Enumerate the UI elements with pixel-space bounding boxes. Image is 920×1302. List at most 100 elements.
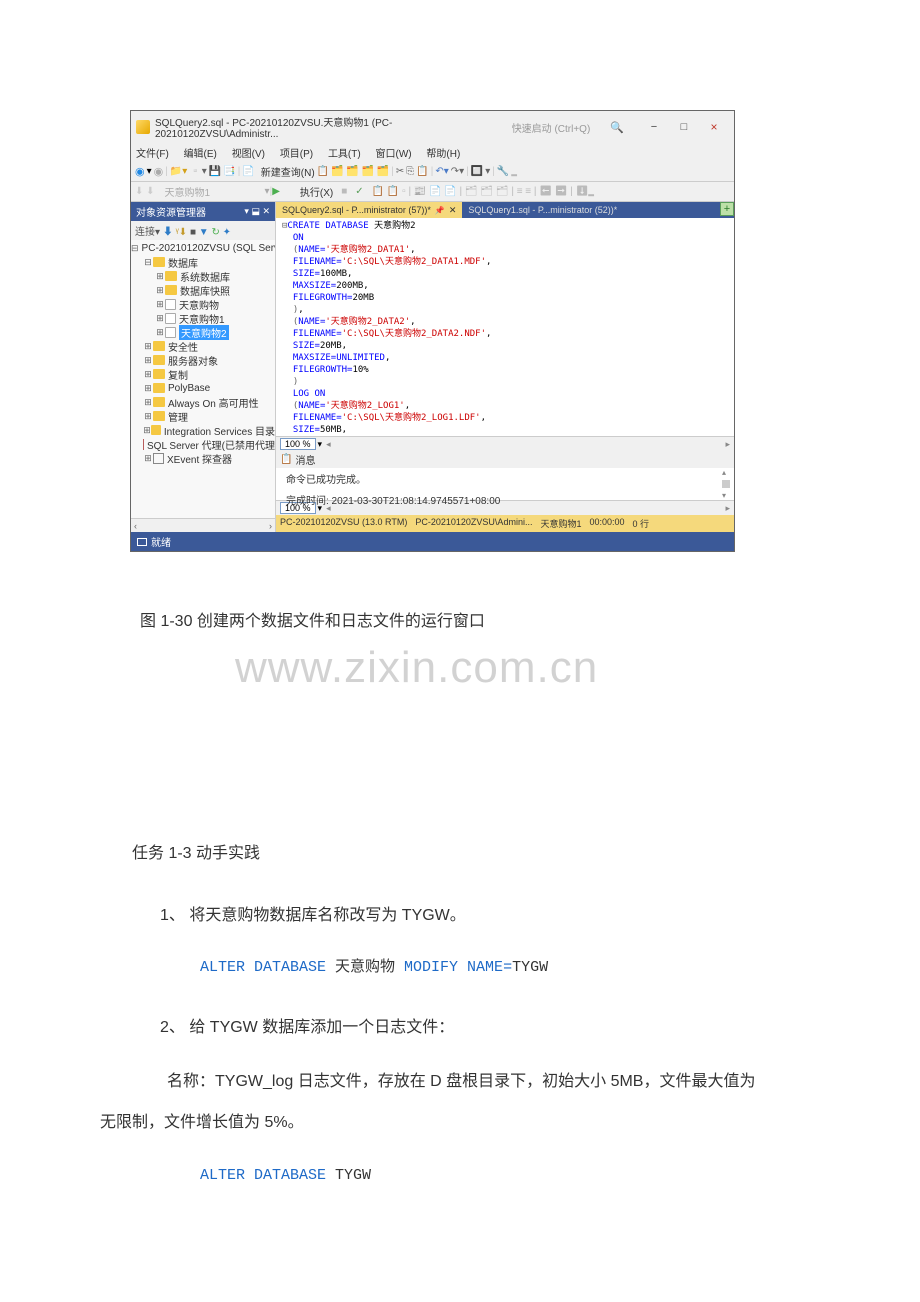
tb-icon[interactable]: 📋: [317, 166, 329, 177]
tree-serverobj[interactable]: ⊞服务器对象: [131, 353, 275, 367]
tree-tygw1[interactable]: ⊞天意购物1: [131, 311, 275, 325]
tb-dropdown[interactable]: ▾: [485, 166, 490, 177]
oe-scrollbar[interactable]: ‹›: [131, 518, 275, 532]
tree-polybase[interactable]: ⊞PolyBase: [131, 381, 275, 395]
status-user: PC-20210120ZVSU\Admini...: [415, 517, 532, 530]
undo-icon[interactable]: ↶▾: [435, 166, 448, 177]
redo-icon[interactable]: ↷▾: [451, 166, 464, 177]
watermark: www.zixin.com.cn: [235, 643, 920, 693]
tree-agent[interactable]: SQL Server 代理(已禁用代理: [131, 437, 275, 451]
tree-mgmt[interactable]: ⊞管理: [131, 409, 275, 423]
window-title: SQLQuery2.sql - PC-20210120ZVSU.天意购物1 (P…: [155, 114, 512, 140]
tree-databases[interactable]: ⊟数据库: [131, 255, 275, 269]
tb-icon[interactable]: 🗂️ 🗂️ 🗂️ 🗂️: [331, 166, 389, 177]
task-title: 任务 1-3 动手实践: [100, 833, 820, 875]
database-select[interactable]: 天意购物1: [165, 184, 265, 199]
quick-launch-input[interactable]: 快速启动 (Ctrl+Q): [512, 120, 591, 135]
menu-view[interactable]: 视图(V): [232, 149, 265, 160]
saveall-icon[interactable]: 📑: [223, 166, 235, 177]
minimize-button[interactable]: −: [639, 121, 669, 133]
execute-button[interactable]: 执行(X): [300, 184, 333, 199]
copy-icon[interactable]: ⎘: [406, 166, 414, 177]
close-button[interactable]: ×: [699, 120, 729, 134]
oe-title: 对象资源管理器: [136, 204, 244, 219]
zoom-bar: 100 %▾ ◂ ▸: [276, 436, 734, 451]
paste-icon[interactable]: 📋: [416, 166, 428, 177]
step-1: 1、 将天意购物数据库名称改写为 TYGW。: [160, 895, 820, 937]
menu-tools[interactable]: 工具(T): [328, 149, 361, 160]
titlebar: SQLQuery2.sql - PC-20210120ZVSU.天意购物1 (P…: [131, 111, 734, 143]
cut-icon[interactable]: ✂: [396, 166, 404, 177]
oe-icon[interactable]: ■: [190, 227, 196, 238]
maximize-button[interactable]: □: [669, 121, 699, 133]
document-content: 任务 1-3 动手实践 1、 将天意购物数据库名称改写为 TYGW。 ALTER…: [100, 833, 820, 1195]
menu-window[interactable]: 窗口(W): [376, 149, 412, 160]
sep: ▾: [147, 166, 152, 177]
status-bar: 就绪: [131, 532, 734, 551]
tree-server[interactable]: ⊟PC-20210120ZVSU (SQL Server: [131, 241, 275, 255]
newquery-icon[interactable]: 📄: [242, 166, 254, 177]
tb-icon[interactable]: 🔧: [497, 166, 509, 177]
save-icon[interactable]: 💾: [209, 166, 221, 177]
message-success: 命令已成功完成。: [286, 471, 724, 486]
code-block-2: ALTER DATABASE TYGW: [200, 1156, 820, 1195]
status-ready: 就绪: [151, 538, 171, 549]
code-block-1: ALTER DATABASE 天意购物 MODIFY NAME=TYGW: [200, 948, 820, 987]
sql-editor[interactable]: ⊟CREATE DATABASE 天意购物2 ON (NAME='天意购物2_D…: [276, 218, 734, 436]
status-elapsed: 00:00:00: [589, 517, 624, 530]
oe-icon[interactable]: ✦: [223, 227, 231, 238]
oe-icon[interactable]: ᵞ⬇: [176, 227, 188, 238]
figure-caption: 图 1-30 创建两个数据文件和日志文件的运行窗口: [140, 607, 920, 631]
tb2-icon[interactable]: 📋 📋 ▫ | 📰 📄 📄 | 🗂 🗂 🗂 | ≡ ≡ | ⬅ ➡ | ⬇: [372, 186, 589, 197]
tb-end: ‗: [511, 166, 517, 177]
oe-icon[interactable]: ⬇: [163, 227, 173, 238]
object-tree[interactable]: ⊟PC-20210120ZVSU (SQL Server ⊟数据库 ⊞系统数据库…: [131, 240, 275, 518]
oe-icon[interactable]: ▼: [199, 227, 209, 238]
execute-icon[interactable]: ▶: [272, 186, 280, 197]
scroll-right[interactable]: ▸: [725, 439, 730, 450]
separator: |: [238, 166, 241, 177]
app-icon: [136, 120, 150, 134]
menu-file[interactable]: 文件(F): [136, 149, 169, 160]
tree-xevent[interactable]: ⊞XEvent 探查器: [131, 451, 275, 465]
refresh-icon[interactable]: ↻: [211, 227, 219, 238]
tab-inactive[interactable]: SQLQuery1.sql - P...ministrator (52))*: [462, 202, 623, 218]
close-icon: ✕: [449, 205, 457, 216]
search-icon[interactable]: 🔍: [610, 121, 624, 134]
nav-back-icon[interactable]: ◉: [135, 165, 145, 178]
open-icon[interactable]: 📁▾: [170, 166, 187, 177]
new-icon[interactable]: ▫️▾: [189, 166, 206, 177]
menu-help[interactable]: 帮助(H): [426, 149, 460, 160]
parse-icon[interactable]: ✓: [355, 186, 363, 197]
menu-edit[interactable]: 编辑(E): [184, 149, 217, 160]
tree-integration[interactable]: ⊞Integration Services 目录: [131, 423, 275, 437]
newquery-button[interactable]: 新建查询(N): [261, 164, 315, 179]
tab-active[interactable]: SQLQuery2.sql - P...ministrator (57))*📌✕: [276, 202, 462, 218]
separator: |: [165, 166, 168, 177]
tree-tygw[interactable]: ⊞天意购物: [131, 297, 275, 311]
tree-alwayson[interactable]: ⊞Always On 高可用性: [131, 395, 275, 409]
tree-dbsnap[interactable]: ⊞数据库快照: [131, 283, 275, 297]
connect-button[interactable]: 连接: [135, 227, 155, 238]
tree-replication[interactable]: ⊞复制: [131, 367, 275, 381]
oe-header-buttons[interactable]: ▾ ⬓ ✕: [244, 206, 270, 217]
tb-icon[interactable]: 🔲: [471, 166, 483, 177]
status-rows: 0 行: [633, 517, 650, 530]
object-explorer-panel: 对象资源管理器 ▾ ⬓ ✕ 连接▾ ⬇ ᵞ⬇ ■ ▼ ↻ ✦ ⊟PC-20210…: [131, 202, 276, 532]
tree-tygw2[interactable]: ⊞天意购物2: [131, 325, 275, 339]
step-2: 2、 给 TYGW 数据库添加一个日志文件：: [160, 1007, 820, 1049]
scroll-left[interactable]: ◂: [326, 439, 331, 450]
editor-panel: SQLQuery2.sql - P...ministrator (57))*📌✕…: [276, 202, 734, 532]
nav-forward-icon[interactable]: ◉: [154, 165, 164, 178]
status-db: 天意购物1: [540, 517, 581, 530]
msg-scrollbar[interactable]: ▴▾: [722, 468, 732, 500]
menu-project[interactable]: 项目(P): [280, 149, 313, 160]
tree-sysdb[interactable]: ⊞系统数据库: [131, 269, 275, 283]
messages-tab[interactable]: 📋消息: [276, 451, 734, 468]
zoom-select[interactable]: 100 %: [280, 438, 316, 450]
message-icon: 📋: [280, 454, 292, 465]
tab-add[interactable]: +: [720, 202, 734, 216]
tb2-icon: ⬇ ⬇: [135, 186, 155, 197]
status-server: PC-20210120ZVSU (13.0 RTM): [280, 517, 407, 530]
tree-security[interactable]: ⊞安全性: [131, 339, 275, 353]
